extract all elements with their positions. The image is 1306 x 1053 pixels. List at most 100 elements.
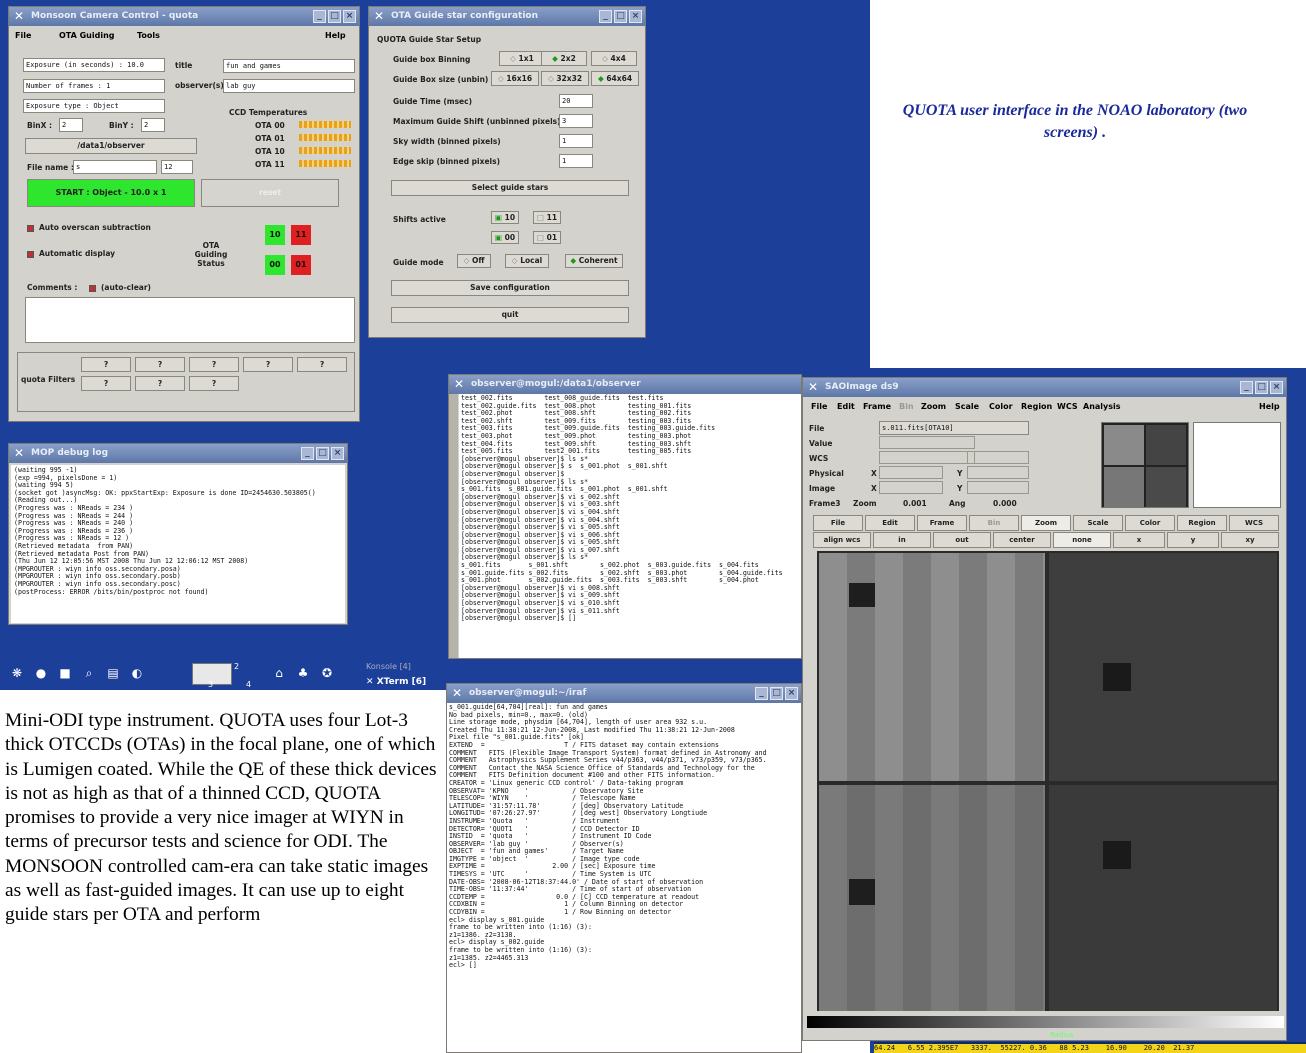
save-config-button[interactable]: Save configuration (391, 280, 629, 296)
ds9-menu-zoom[interactable]: Zoom (921, 397, 946, 417)
filter-button-8[interactable]: ? (189, 376, 239, 391)
close-icon[interactable]: × (343, 10, 356, 23)
exposure-type-select[interactable]: Exposure type : Object (23, 99, 165, 113)
filter-button-5[interactable]: ? (297, 357, 347, 372)
start-button[interactable]: START : Object - 10.0 x 1 (27, 179, 195, 207)
minimize-icon[interactable]: _ (599, 10, 612, 23)
menu-tools[interactable]: Tools (137, 26, 160, 46)
close-icon[interactable]: × (331, 447, 344, 460)
term1-text[interactable]: test_002.fits test_008_guide.fits test.f… (459, 394, 801, 658)
file-number-input[interactable]: 12 (161, 160, 193, 174)
shift-11-toggle[interactable]: □ 11 (533, 211, 561, 224)
ds9-btn-zoom-out[interactable]: out (933, 532, 991, 548)
ds9-menu-file[interactable]: File (811, 397, 827, 417)
auto-clear-checkbox[interactable] (89, 285, 96, 292)
filter-button-6[interactable]: ? (81, 376, 131, 391)
menu-file[interactable]: File (15, 26, 31, 46)
size-32[interactable]: ◇ 32x32 (541, 71, 589, 86)
filter-button-1[interactable]: ? (81, 357, 131, 372)
ds9-btn-wcs[interactable]: WCS (1229, 515, 1279, 531)
binning-2x2[interactable]: ◆ 2x2 (541, 51, 587, 66)
ds9-btn-center[interactable]: center (993, 532, 1051, 548)
network-icon[interactable]: ⌂ (272, 666, 286, 680)
filter-button-4[interactable]: ? (243, 357, 293, 372)
minimize-icon[interactable]: _ (755, 687, 768, 700)
quit-button[interactable]: quit (391, 307, 629, 323)
ds9-btn-xy[interactable]: xy (1221, 532, 1279, 548)
sky-width-input[interactable]: 1 (559, 134, 593, 148)
pager-desk-4[interactable]: 4 (246, 680, 251, 689)
ds9-colorbar[interactable] (807, 1016, 1284, 1028)
binning-4x4[interactable]: ◇ 4x4 (591, 51, 637, 66)
ds9-menu-help[interactable]: Help (1259, 397, 1280, 417)
title-input[interactable]: fun and games (223, 59, 355, 73)
exposure-field[interactable]: Exposure (in seconds) : 10.0 (23, 58, 165, 72)
ds9-menu-analysis[interactable]: Analysis (1083, 397, 1121, 417)
max-shift-input[interactable]: 3 (559, 114, 593, 128)
ds9-btn-x[interactable]: x (1113, 532, 1165, 548)
maximize-icon[interactable]: □ (328, 10, 341, 23)
shift-01-toggle[interactable]: □ 01 (533, 231, 561, 244)
ds9-btn-frame[interactable]: Frame (917, 515, 967, 531)
binx-input[interactable]: 2 (59, 118, 83, 132)
folder-icon[interactable]: ■ (58, 666, 72, 680)
select-guide-stars-button[interactable]: Select guide stars (391, 180, 629, 196)
filename-input[interactable]: s (73, 160, 157, 174)
editor-icon[interactable]: ▤ (106, 666, 120, 680)
ds9-btn-color[interactable]: Color (1125, 515, 1175, 531)
term2-text[interactable]: s_001.guide[64,704][real]: fun and games… (447, 703, 801, 1052)
maximize-icon[interactable]: □ (1255, 381, 1268, 394)
size-16[interactable]: ◇ 16x16 (491, 71, 539, 86)
observer-input[interactable]: lab guy (223, 79, 355, 93)
ds9-menu-scale[interactable]: Scale (955, 397, 979, 417)
comments-textarea[interactable] (25, 297, 355, 343)
overscan-checkbox[interactable] (27, 225, 34, 232)
biny-input[interactable]: 2 (141, 118, 165, 132)
minimize-icon[interactable]: _ (1240, 381, 1253, 394)
ds9-menu-edit[interactable]: Edit (837, 397, 855, 417)
ds9-btn-bin[interactable]: Bin (969, 515, 1019, 531)
ds9-btn-file[interactable]: File (813, 515, 863, 531)
search-icon[interactable]: ⌕ (82, 666, 96, 680)
term1-scrollbar[interactable] (449, 394, 458, 658)
maximize-icon[interactable]: □ (770, 687, 783, 700)
frames-field[interactable]: Number of frames : 1 (23, 79, 165, 93)
game-icon[interactable]: ✪ (320, 666, 334, 680)
mode-coherent[interactable]: ◆ Coherent (565, 254, 623, 268)
ds9-menu-frame[interactable]: Frame (863, 397, 891, 417)
minimize-icon[interactable]: _ (301, 447, 314, 460)
pager-desk-3[interactable]: 3 (208, 680, 213, 689)
ds9-btn-zoom[interactable]: Zoom (1021, 515, 1071, 531)
ds9-menu-wcs[interactable]: WCS (1057, 397, 1078, 417)
edge-skip-input[interactable]: 1 (559, 154, 593, 168)
mode-local[interactable]: ◇ Local (505, 254, 549, 268)
ds9-btn-edit[interactable]: Edit (865, 515, 915, 531)
ds9-btn-y[interactable]: y (1167, 532, 1219, 548)
maximize-icon[interactable]: □ (316, 447, 329, 460)
ds9-menu-bin[interactable]: Bin (899, 397, 914, 417)
close-icon[interactable]: × (785, 687, 798, 700)
filter-button-2[interactable]: ? (135, 357, 185, 372)
close-icon[interactable]: × (629, 10, 642, 23)
filter-button-3[interactable]: ? (189, 357, 239, 372)
tree-icon[interactable]: ♣ (296, 666, 310, 680)
minimize-icon[interactable]: _ (313, 10, 326, 23)
filter-button-7[interactable]: ? (135, 376, 185, 391)
close-icon[interactable]: × (1270, 381, 1283, 394)
mode-off[interactable]: ◇ Off (457, 254, 491, 268)
ds9-menu-color[interactable]: Color (989, 397, 1013, 417)
xterm-task[interactable]: ✕ XTerm [6] (366, 677, 426, 687)
ds9-btn-region[interactable]: Region (1177, 515, 1227, 531)
maximize-icon[interactable]: □ (614, 10, 627, 23)
ds9-btn-align-wcs[interactable]: align wcs (813, 532, 871, 548)
shift-00-toggle[interactable]: ▣ 00 (491, 231, 519, 244)
menu-help[interactable]: Help (325, 26, 346, 46)
auto-display-checkbox[interactable] (27, 251, 34, 258)
kde-icon[interactable]: ❋ (10, 666, 24, 680)
shift-10-toggle[interactable]: ▣ 10 (491, 211, 519, 224)
pager-desk-2[interactable]: 2 (234, 662, 239, 671)
konsole-task[interactable]: Konsole [4] (366, 662, 411, 671)
menu-ota-guiding[interactable]: OTA Guiding (59, 26, 115, 46)
globe-icon[interactable]: ● (34, 666, 48, 680)
data-dir-button[interactable]: /data1/observer (25, 138, 197, 154)
